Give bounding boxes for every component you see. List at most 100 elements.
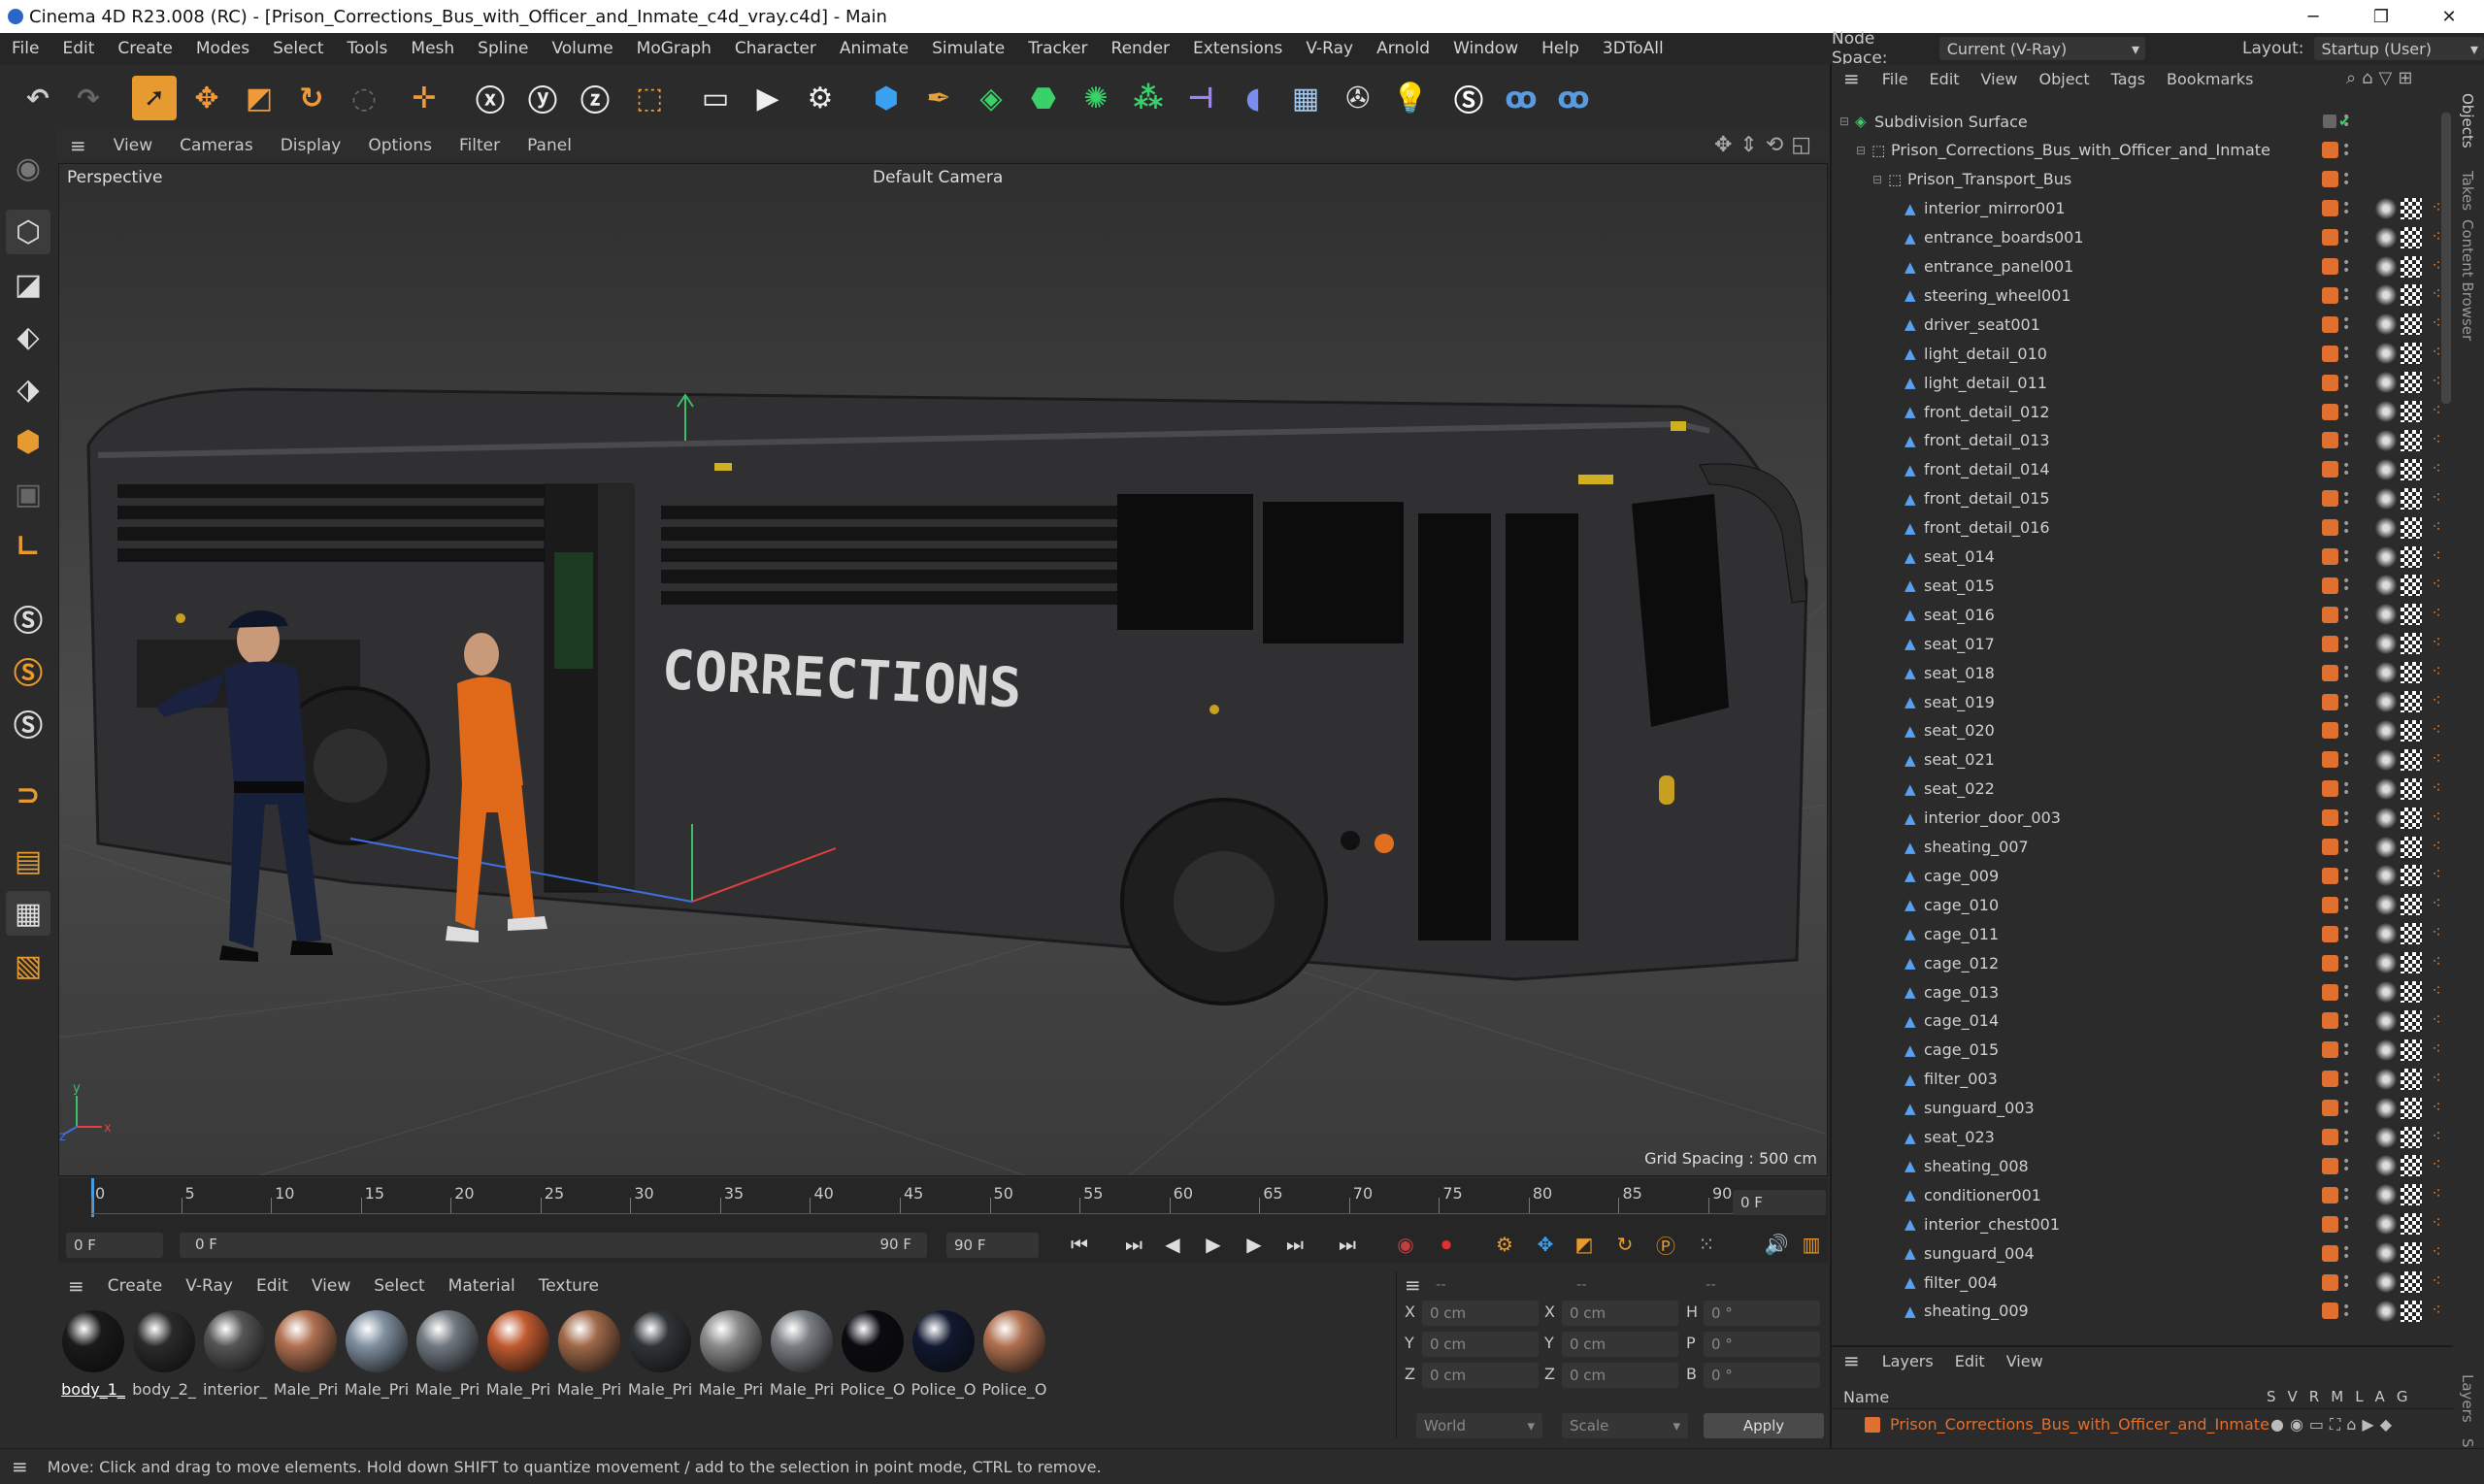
visibility-dots-icon[interactable]: • • xyxy=(2342,1127,2350,1148)
layer-color-icon[interactable] xyxy=(2322,954,2338,972)
material-swatch[interactable] xyxy=(275,1310,337,1372)
layer-color-icon[interactable] xyxy=(2322,374,2338,391)
object-row[interactable]: ▲ front_detail_012 • • ⁖ xyxy=(1832,397,2453,426)
material-tag-icon[interactable]: ⁖ xyxy=(2426,430,2447,451)
pos-x-field[interactable]: 0 cm xyxy=(1422,1301,1539,1326)
material-tag-icon[interactable]: ⁖ xyxy=(2426,1271,2447,1293)
object-row[interactable]: ▲ sunguard_004 • • ⁖ xyxy=(1832,1238,2453,1268)
object-row[interactable]: ▲ seat_015 • • ⁖ xyxy=(1832,571,2453,600)
material-tag-icon[interactable]: ⁖ xyxy=(2426,401,2447,422)
object-list[interactable]: ⊟ ◈ Subdivision Surface ✔ • • ⊟ ⬚ Prison_Correc… xyxy=(1832,107,2453,1402)
layer-color-icon[interactable] xyxy=(2322,780,2338,798)
material-tag-icon[interactable]: ⁖ xyxy=(2426,1184,2447,1205)
key-scale-icon[interactable]: ◩ xyxy=(1569,1229,1600,1260)
visibility-dots-icon[interactable]: • • xyxy=(2342,952,2350,973)
axis-x-icon[interactable]: ⓧ xyxy=(468,76,513,120)
texture-tag-icon[interactable] xyxy=(2401,516,2422,539)
visibility-dots-icon[interactable]: • • xyxy=(2342,111,2350,132)
material-menu-material[interactable]: Material xyxy=(437,1276,527,1296)
material-tag-icon[interactable]: ⁖ xyxy=(2426,894,2447,915)
vray-tag-icon[interactable] xyxy=(2375,575,2397,597)
hamburger-icon[interactable]: ≡ xyxy=(56,1274,96,1298)
texture-tag-icon[interactable] xyxy=(2401,429,2422,451)
texture-tag-icon[interactable] xyxy=(2401,865,2422,887)
layer-menu-layers[interactable]: Layers xyxy=(1871,1352,1944,1370)
layer-color-icon[interactable] xyxy=(2322,925,2338,942)
visibility-dots-icon[interactable]: • • xyxy=(2342,865,2350,886)
object-menu-view[interactable]: View xyxy=(1971,70,2029,88)
layer-color-icon[interactable] xyxy=(2322,519,2338,537)
visibility-dots-icon[interactable]: • • xyxy=(2342,546,2350,568)
hamburger-icon[interactable]: ≡ xyxy=(56,134,100,157)
recent-tool-icon[interactable]: ◌ xyxy=(342,76,386,120)
expand-icon[interactable]: ⊟ xyxy=(1872,173,1882,186)
vray-tag-icon[interactable] xyxy=(2375,545,2397,568)
object-row[interactable]: ▲ seat_014 • • ⁖ xyxy=(1832,543,2453,572)
key-pla-icon[interactable]: ⁙ xyxy=(1691,1229,1722,1260)
vray-tag-icon[interactable] xyxy=(2375,429,2397,451)
material-swatch[interactable] xyxy=(912,1310,975,1372)
material-menu-create[interactable]: Create xyxy=(96,1276,175,1296)
material-tag-icon[interactable]: ⁖ xyxy=(2426,720,2447,742)
hamburger-icon[interactable]: ≡ xyxy=(1832,67,1871,90)
material-tag-icon[interactable]: ⁖ xyxy=(2426,1010,2447,1032)
menu-tools[interactable]: Tools xyxy=(336,39,400,58)
field-icon[interactable]: ◖ xyxy=(1231,76,1275,120)
texture-tag-icon[interactable] xyxy=(2401,1126,2422,1148)
vray-tag-icon[interactable] xyxy=(2375,923,2397,945)
visibility-dots-icon[interactable]: • • xyxy=(2342,372,2350,393)
vray-tag-icon[interactable] xyxy=(2375,487,2397,510)
texture-tag-icon[interactable] xyxy=(2401,313,2422,336)
frame-range-slider[interactable]: 0 F 90 F xyxy=(180,1233,927,1258)
record-icon[interactable]: ◉ xyxy=(1390,1229,1421,1260)
material-swatch[interactable] xyxy=(416,1310,479,1372)
material-menu-texture[interactable]: Texture xyxy=(527,1276,611,1296)
material-menu-select[interactable]: Select xyxy=(362,1276,436,1296)
tab-takes[interactable]: Takes xyxy=(2459,171,2476,211)
texture-tag-icon[interactable] xyxy=(2401,255,2422,278)
viewport-menu-cameras[interactable]: Cameras xyxy=(166,136,267,155)
cube-icon[interactable]: ⬢ xyxy=(864,76,909,120)
texture-tag-icon[interactable] xyxy=(2401,372,2422,394)
visibility-dots-icon[interactable]: • • xyxy=(2342,808,2350,829)
visibility-dots-icon[interactable]: • • xyxy=(2342,227,2350,248)
close-button[interactable]: ✕ xyxy=(2422,0,2476,33)
vray-tag-icon[interactable] xyxy=(2375,516,2397,539)
material-swatch[interactable] xyxy=(346,1310,408,1372)
size-x-field[interactable]: 0 cm xyxy=(1562,1301,1678,1326)
snap-settings-icon[interactable]: Ⓢ xyxy=(6,648,50,693)
layer-color-icon[interactable] xyxy=(2322,1215,2338,1233)
make-editable-icon[interactable]: ◉ xyxy=(6,146,50,190)
layer-color-icon[interactable] xyxy=(2322,751,2338,769)
render-settings-icon[interactable]: ⚙ xyxy=(798,76,843,120)
texture-tag-icon[interactable] xyxy=(2401,1300,2422,1322)
menu-simulate[interactable]: Simulate xyxy=(920,39,1016,58)
material-tag-icon[interactable]: ⁖ xyxy=(2426,517,2447,539)
vray-tag-icon[interactable] xyxy=(2375,1039,2397,1061)
material-swatch[interactable] xyxy=(487,1310,549,1372)
visibility-dots-icon[interactable]: • • xyxy=(2342,140,2350,161)
texture-tag-icon[interactable] xyxy=(2401,1068,2422,1090)
vray-tag-icon[interactable] xyxy=(2375,807,2397,829)
mograph-icon[interactable]: ⁂ xyxy=(1126,76,1171,120)
material-tag-icon[interactable]: ⁖ xyxy=(2426,1213,2447,1235)
locked-workplane-icon[interactable]: ▦ xyxy=(6,891,50,936)
texture-tag-icon[interactable] xyxy=(2401,1242,2422,1265)
texture-tag-icon[interactable] xyxy=(2401,1097,2422,1119)
menu-create[interactable]: Create xyxy=(106,39,184,58)
object-row[interactable]: ▲ sheating_008 • • ⁖ xyxy=(1832,1151,2453,1180)
layer-color-icon[interactable] xyxy=(2322,664,2338,681)
vray-tag-icon[interactable] xyxy=(2375,981,2397,1003)
texture-tag-icon[interactable] xyxy=(2401,633,2422,655)
visibility-dots-icon[interactable]: • • xyxy=(2342,837,2350,858)
visibility-dots-icon[interactable]: • • xyxy=(2342,284,2350,306)
object-row[interactable]: ▲ seat_019 • • ⁖ xyxy=(1832,687,2453,716)
layer-color-icon[interactable] xyxy=(2322,1244,2338,1262)
vray-tag-icon[interactable] xyxy=(2375,894,2397,916)
visibility-dots-icon[interactable]: • • xyxy=(2342,459,2350,480)
vray-tag-icon[interactable] xyxy=(2375,1009,2397,1032)
layer-color-icon[interactable] xyxy=(2322,809,2338,827)
menu-file[interactable]: File xyxy=(0,39,50,58)
texture-tag-icon[interactable] xyxy=(2401,719,2422,742)
material-tag-icon[interactable]: ⁖ xyxy=(2426,546,2447,568)
